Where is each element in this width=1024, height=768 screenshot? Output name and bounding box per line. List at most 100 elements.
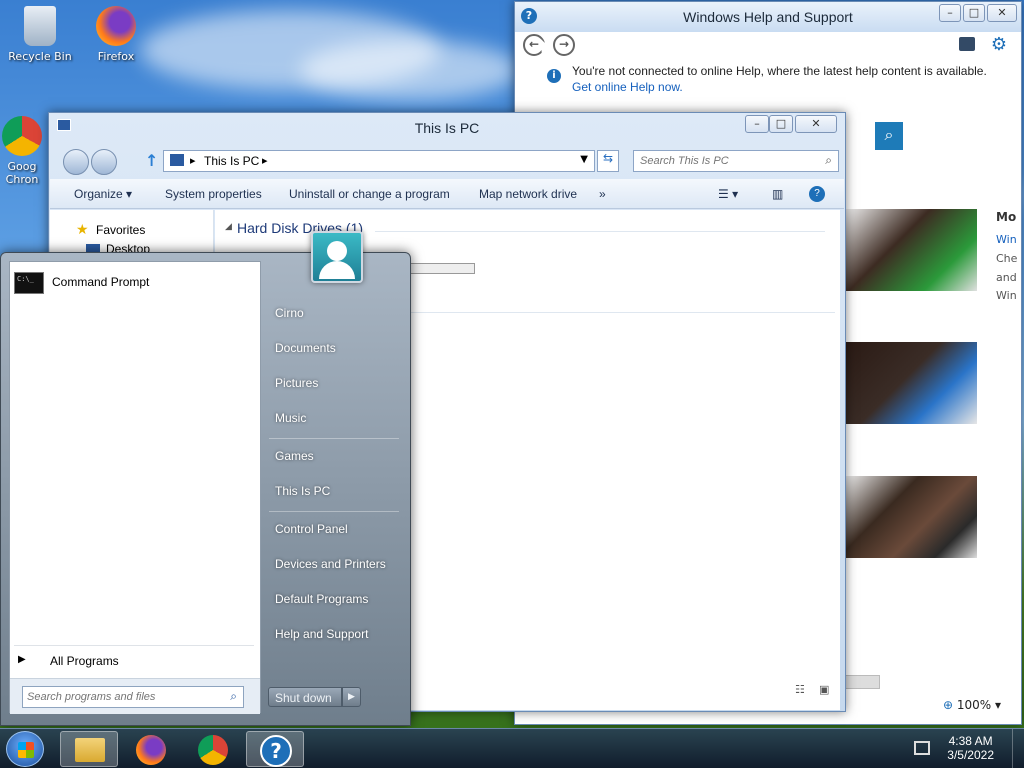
taskbar-chrome-button[interactable] [184, 731, 242, 767]
chevron-right-icon: ▸ [190, 154, 196, 167]
firefox-icon [96, 6, 136, 46]
start-item-devices-printers[interactable]: Devices and Printers [275, 557, 386, 571]
desktop-icon-label: Firefox [97, 50, 135, 63]
help-photo[interactable] [845, 209, 977, 291]
shutdown-options-button[interactable]: ▶ [342, 687, 361, 707]
map-network-drive-button[interactable]: Map network drive [479, 187, 577, 201]
maximize-button[interactable]: □ [963, 4, 985, 22]
collapse-triangle-icon[interactable]: ◢ [225, 222, 232, 232]
side-line: Che [996, 252, 1018, 265]
start-button[interactable] [6, 731, 44, 767]
get-online-help-link[interactable]: Get online Help now. [572, 80, 683, 94]
side-line: Win [996, 289, 1017, 302]
program-label: Command Prompt [52, 275, 150, 289]
computer-icon [170, 154, 184, 166]
help-titlebar[interactable]: ? Windows Help and Support – □ ✕ [515, 2, 1021, 32]
close-button[interactable]: ✕ [795, 115, 837, 133]
refresh-button[interactable]: ⇆ [597, 150, 619, 172]
start-item-games[interactable]: Games [275, 449, 314, 463]
taskbar-firefox-button[interactable] [122, 731, 180, 767]
cmd-icon: C:\_ [14, 272, 44, 294]
shutdown-button[interactable]: Shut down [268, 687, 342, 707]
organize-label: Organize [74, 187, 123, 201]
help-photo[interactable] [845, 342, 977, 424]
start-item-pictures[interactable]: Pictures [275, 376, 318, 390]
clock-date: 3/5/2022 [947, 748, 994, 762]
start-item-control-panel[interactable]: Control Panel [275, 522, 348, 536]
all-programs-label: All Programs [50, 654, 119, 668]
start-menu[interactable]: C:\_ Command Prompt ▶ All Programs ⌕ Cir… [0, 231, 411, 726]
up-arrow-icon[interactable]: ↑ [145, 151, 158, 170]
back-button[interactable] [63, 149, 89, 175]
organize-menu[interactable]: Organize ▾ [74, 187, 132, 201]
explorer-titlebar[interactable]: This Is PC – □ ✕ [49, 113, 845, 143]
print-icon[interactable] [959, 37, 975, 51]
address-bar[interactable]: ▸ This Is PC ▸ ▼ [163, 150, 595, 172]
more-toolbar-button[interactable]: » [599, 187, 606, 201]
cloud [300, 40, 520, 100]
start-item-this-is-pc[interactable]: This Is PC [275, 484, 330, 498]
info-message: You're not connected to online Help, whe… [572, 63, 992, 95]
details-view-icon[interactable]: ☷ [795, 683, 805, 696]
zoom-icon: ⊕ [943, 698, 954, 712]
start-search-input[interactable] [27, 688, 217, 706]
nav-favorites[interactable]: Favorites [96, 223, 145, 237]
view-options-icon[interactable]: ☰ ▾ [718, 187, 738, 201]
start-item-documents[interactable]: Documents [275, 341, 336, 355]
show-desktop-button[interactable] [1012, 729, 1024, 768]
forward-icon[interactable]: → [553, 34, 575, 56]
gear-icon[interactable]: ⚙ [991, 34, 1007, 55]
desktop-icon-recycle-bin[interactable]: Recycle Bin [2, 6, 78, 63]
clock-time: 4:38 AM [948, 734, 993, 748]
start-menu-divider [269, 511, 399, 512]
help-icon[interactable]: ? [809, 186, 825, 202]
search-icon: ⌕ [825, 153, 832, 167]
program-item[interactable]: C:\_ Command Prompt [14, 272, 244, 294]
zoom-level: 100% [956, 698, 992, 712]
side-line[interactable]: Win [996, 233, 1017, 246]
all-programs-button[interactable]: ▶ All Programs [18, 652, 248, 672]
start-item-default-programs[interactable]: Default Programs [275, 592, 368, 606]
minimize-button[interactable]: – [745, 115, 769, 133]
explorer-search-input[interactable] [640, 152, 810, 170]
network-icon[interactable] [914, 741, 930, 755]
uninstall-program-button[interactable]: Uninstall or change a program [289, 187, 450, 201]
start-item-user[interactable]: Cirno [275, 306, 304, 320]
start-menu-divider [269, 438, 399, 439]
help-scrollbar[interactable] [845, 675, 880, 689]
side-line: and [996, 271, 1017, 284]
desktop-icon-firefox[interactable]: Firefox [78, 6, 154, 63]
close-button[interactable]: ✕ [987, 4, 1017, 22]
search-icon: ⌕ [230, 689, 237, 703]
shutdown-label: Shut down [275, 691, 332, 705]
info-icon: i [547, 69, 561, 83]
programs-divider [14, 645, 254, 646]
start-item-music[interactable]: Music [275, 411, 306, 425]
user-avatar[interactable] [311, 231, 363, 283]
avatar-head [327, 241, 347, 261]
taskbar-explorer-button[interactable] [60, 731, 118, 767]
address-text: This Is PC [204, 154, 260, 168]
taskbar-help-button[interactable]: ? [246, 731, 304, 767]
start-item-help-support[interactable]: Help and Support [275, 627, 368, 641]
desktop-icon-label: Goog Chron [5, 160, 39, 186]
start-search-box[interactable]: ⌕ [22, 686, 244, 708]
preview-pane-icon[interactable]: ▥ [772, 187, 783, 201]
taskbar: ? 4:38 AM 3/5/2022 [0, 728, 1024, 768]
help-search-button[interactable]: ⌕ [875, 122, 903, 150]
large-icons-view-icon[interactable]: ▣ [819, 683, 829, 696]
minimize-button[interactable]: – [939, 4, 961, 22]
forward-button[interactable] [91, 149, 117, 175]
maximize-button[interactable]: □ [769, 115, 793, 133]
system-properties-button[interactable]: System properties [165, 187, 262, 201]
help-photo[interactable] [845, 476, 977, 558]
desktop-icon-label: Recycle Bin [8, 50, 72, 63]
folder-icon [75, 738, 105, 762]
explorer-search-box[interactable]: ⌕ [633, 150, 839, 172]
zoom-control[interactable]: ⊕ 100% ▾ [943, 698, 1001, 712]
clock[interactable]: 4:38 AM 3/5/2022 [947, 734, 994, 762]
chevron-down-icon[interactable]: ▼ [580, 154, 588, 165]
side-heading: Mo [996, 210, 1017, 224]
recycle-bin-icon [24, 6, 56, 46]
desktop-icon-chrome[interactable]: Goog Chron [0, 116, 52, 186]
